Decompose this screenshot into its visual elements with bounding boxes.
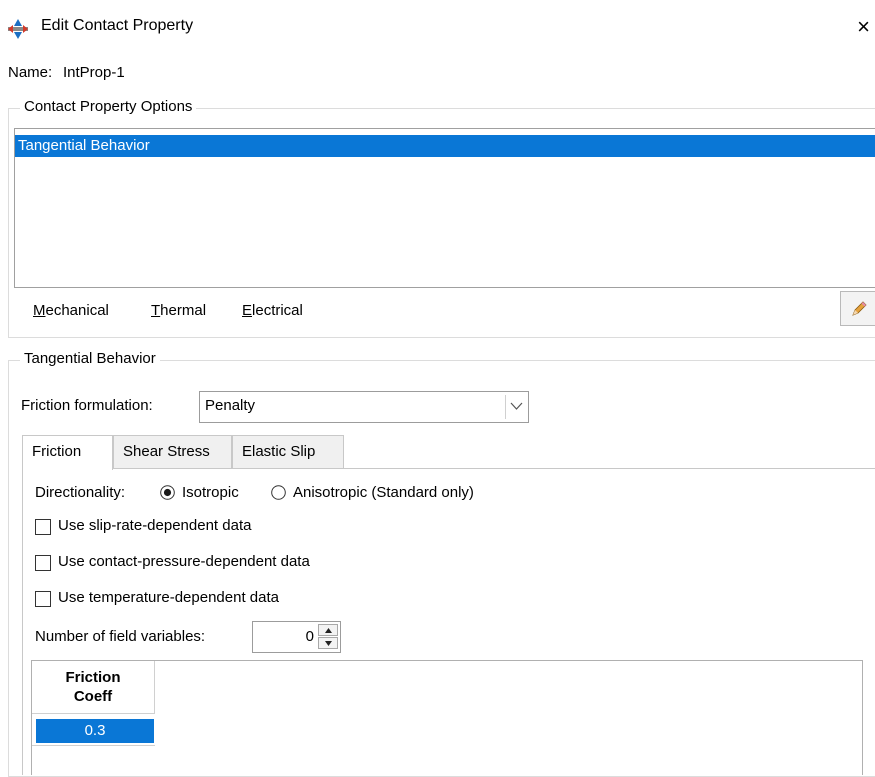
friction-formulation-value: Penalty bbox=[205, 397, 256, 414]
arrow-down-icon bbox=[325, 641, 332, 646]
arrow-up-icon bbox=[325, 628, 332, 633]
menu-mechanical-mnemonic: M bbox=[33, 302, 46, 319]
close-button[interactable]: × bbox=[852, 12, 875, 42]
tangential-behavior-title: Tangential Behavior bbox=[20, 350, 160, 367]
checkbox-contact-pressure[interactable] bbox=[35, 555, 51, 571]
field-variables-label: Number of field variables: bbox=[35, 628, 206, 645]
name-label: Name: bbox=[8, 64, 53, 81]
friction-formulation-select[interactable]: Penalty bbox=[199, 391, 529, 423]
contact-property-options-title: Contact Property Options bbox=[20, 98, 197, 115]
pencil-eraser-icon bbox=[852, 301, 867, 316]
checkbox-contact-pressure-label[interactable]: Use contact-pressure-dependent data bbox=[58, 553, 310, 570]
menu-thermal-label: hermal bbox=[160, 302, 207, 319]
checkbox-temperature-label[interactable]: Use temperature-dependent data bbox=[58, 589, 279, 606]
radio-anisotropic-label[interactable]: Anisotropic (Standard only) bbox=[293, 484, 474, 501]
contact-property-options-list[interactable]: Tangential Behavior bbox=[14, 128, 875, 288]
spin-arrows bbox=[318, 624, 338, 650]
checkbox-slip-rate[interactable] bbox=[35, 519, 51, 535]
chevron-down-icon bbox=[510, 402, 523, 410]
tab-elastic-slip[interactable]: Elastic Slip bbox=[232, 435, 344, 468]
field-variables-spinbox[interactable]: 0 bbox=[252, 621, 341, 653]
list-item-tangential-behavior[interactable]: Tangential Behavior bbox=[15, 135, 875, 157]
window-title: Edit Contact Property bbox=[41, 17, 194, 34]
table-header-friction-coeff: Friction Coeff bbox=[32, 661, 155, 714]
spin-down-button[interactable] bbox=[318, 637, 338, 649]
abaqus-compass-icon bbox=[8, 19, 28, 39]
radio-isotropic-label[interactable]: Isotropic bbox=[182, 484, 239, 501]
radio-anisotropic[interactable] bbox=[271, 485, 286, 500]
menu-electrical-label: lectrical bbox=[252, 302, 303, 319]
table-header-line1: Friction bbox=[65, 669, 121, 686]
checkbox-temperature[interactable] bbox=[35, 591, 51, 607]
directionality-label: Directionality: bbox=[35, 484, 126, 501]
tab-friction[interactable]: Friction bbox=[22, 435, 113, 470]
table-cell[interactable]: 0.3 bbox=[36, 719, 154, 743]
field-variables-value: 0 bbox=[305, 628, 314, 645]
menu-mechanical[interactable]: Mechanical bbox=[33, 302, 109, 319]
menu-thermal[interactable]: Thermal bbox=[151, 302, 206, 319]
edit-option-button[interactable] bbox=[840, 291, 875, 326]
friction-formulation-label: Friction formulation: bbox=[21, 397, 153, 414]
name-value: IntProp-1 bbox=[63, 64, 125, 81]
menu-electrical[interactable]: Electrical bbox=[242, 302, 303, 319]
menu-mechanical-label: echanical bbox=[45, 302, 109, 319]
menu-thermal-mnemonic: T bbox=[151, 302, 161, 319]
spin-up-button[interactable] bbox=[318, 624, 338, 636]
checkbox-slip-rate-label[interactable]: Use slip-rate-dependent data bbox=[58, 517, 251, 534]
menu-electrical-mnemonic: E bbox=[242, 302, 253, 319]
radio-isotropic[interactable] bbox=[160, 485, 175, 500]
dropdown-arrow[interactable] bbox=[505, 395, 527, 419]
table-row-divider bbox=[32, 745, 155, 746]
friction-coeff-table: Friction Coeff 0.3 bbox=[31, 660, 863, 775]
table-header-line2: Coeff bbox=[73, 688, 113, 705]
tab-shear-stress[interactable]: Shear Stress bbox=[113, 435, 232, 468]
